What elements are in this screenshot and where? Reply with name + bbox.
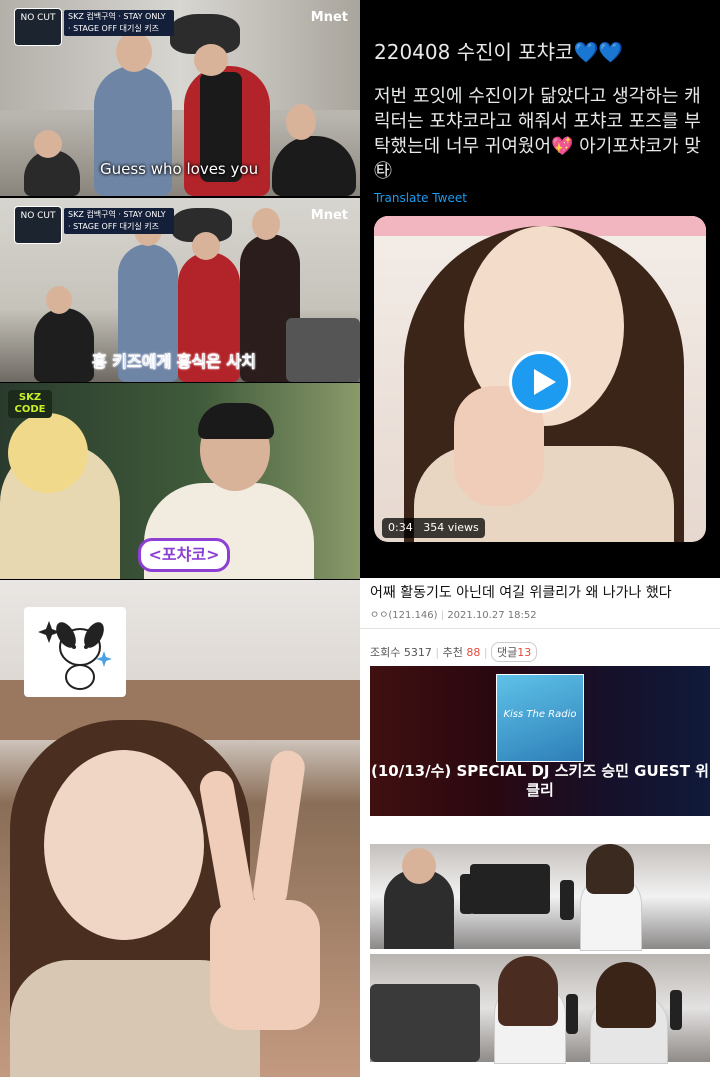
program-strip: SKZ 컴백구역 · STAY ONLY · STAGE OFF 대기실 키즈 [64,10,174,36]
views-count: 5317 [403,646,432,659]
divider [360,628,720,629]
video-stats: 0:34 354 views [382,518,485,538]
post-title[interactable]: 어째 활동기도 아닌데 여길 위클리가 왜 나가나 했다 [370,582,672,602]
radio-studio-photo-1 [370,844,710,951]
pochako-sticker [24,607,126,697]
program-strip: SKZ 컴백구역 · STAY ONLY · STAGE OFF 대기실 키즈 [64,208,174,234]
banner-caption: (10/13/수) SPECIAL DJ 스키즈 승민 GUEST 위클리 [371,762,709,799]
translate-tweet-link[interactable]: Translate Tweet [374,191,467,205]
recommend-count: 88 [466,646,481,659]
show-logo-badge: NO CUT [14,8,62,46]
tweet-title: 220408 수진이 포챠코💙💙 [374,40,624,64]
community-post: 어째 활동기도 아닌데 여길 위클리가 왜 나가나 했다 ㅇㅇ(121.146)… [360,578,720,1077]
sofa [286,318,360,382]
video-frame-1: NO CUT SKZ 컴백구역 · STAY ONLY · STAGE OFF … [0,0,360,196]
video-duration: 0:34 [388,521,413,534]
subtitle-caption: 흥 키즈에게 흥식은 사치 [92,352,256,372]
person-seated-left [34,308,94,382]
person-black-puffer [272,136,356,196]
radio-banner-image: Kiss The Radio (10/13/수) SPECIAL DJ 스키즈 … [370,666,710,816]
show-logo-badge: SKZ CODE [8,390,52,418]
video-frame-2: NO CUT SKZ 컴백구역 · STAY ONLY · STAGE OFF … [0,198,360,382]
drum-kit [370,984,480,1062]
post-author[interactable]: ㅇㅇ(121.146) [370,610,438,621]
subtitle-caption: Guess who loves you [100,160,259,178]
recommend-label: 추천 [442,646,463,659]
radio-studio-photo-2 [370,954,710,1064]
broadcaster-logo: Mnet [310,10,348,25]
tweet-body: 저번 포잇에 수진이가 닮았다고 생각하는 캐릭터는 포챠코라고 해줘서 포챠코… [374,86,701,182]
album-cover: Kiss The Radio [496,674,584,762]
post-meta: ㅇㅇ(121.146) | 2021.10.27 18:52 [370,610,537,621]
face [44,750,204,940]
post-stats: 조회수 5317 | 추천 88 | 댓글13 [370,642,538,662]
broadcaster-logo: Mnet [310,208,348,223]
subtitle-caption: <포챠코> [138,538,230,572]
hand [210,900,320,1030]
finger-2 [251,748,307,912]
views-label: 조회수 [370,646,401,659]
video-views: 354 views [423,521,479,534]
play-icon[interactable] [509,351,571,413]
comments-badge[interactable]: 댓글13 [491,642,538,662]
show-logo-badge: NO CUT [14,206,62,244]
post-date: 2021.10.27 18:52 [447,610,537,621]
